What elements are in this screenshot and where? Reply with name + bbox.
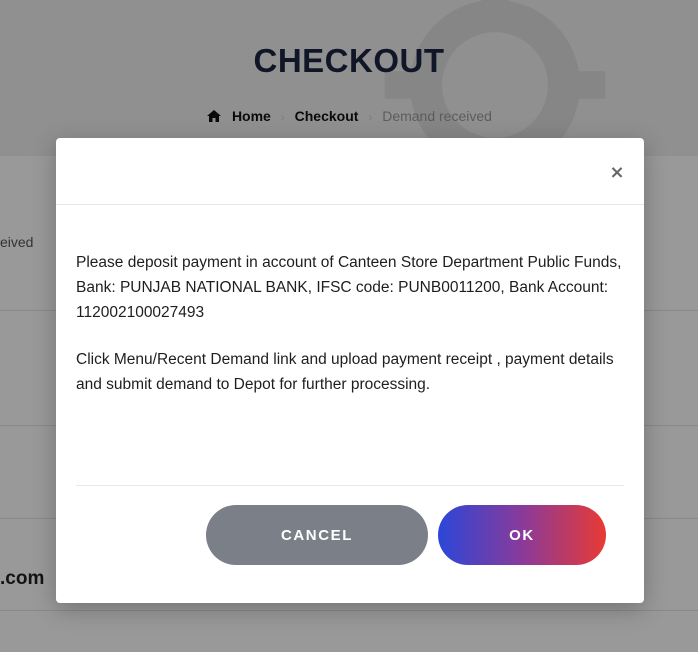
payment-instructions-modal: × Please deposit payment in account of C…: [56, 138, 644, 603]
modal-body: Please deposit payment in account of Can…: [56, 205, 644, 397]
cancel-button[interactable]: CANCEL: [206, 505, 428, 565]
ok-button[interactable]: OK: [438, 505, 606, 565]
payment-deposit-instructions: Please deposit payment in account of Can…: [76, 254, 622, 321]
modal-header: ×: [56, 138, 644, 205]
upload-receipt-instructions: Click Menu/Recent Demand link and upload…: [76, 351, 614, 393]
modal-footer-divider: [76, 485, 624, 486]
close-icon[interactable]: ×: [604, 160, 630, 186]
